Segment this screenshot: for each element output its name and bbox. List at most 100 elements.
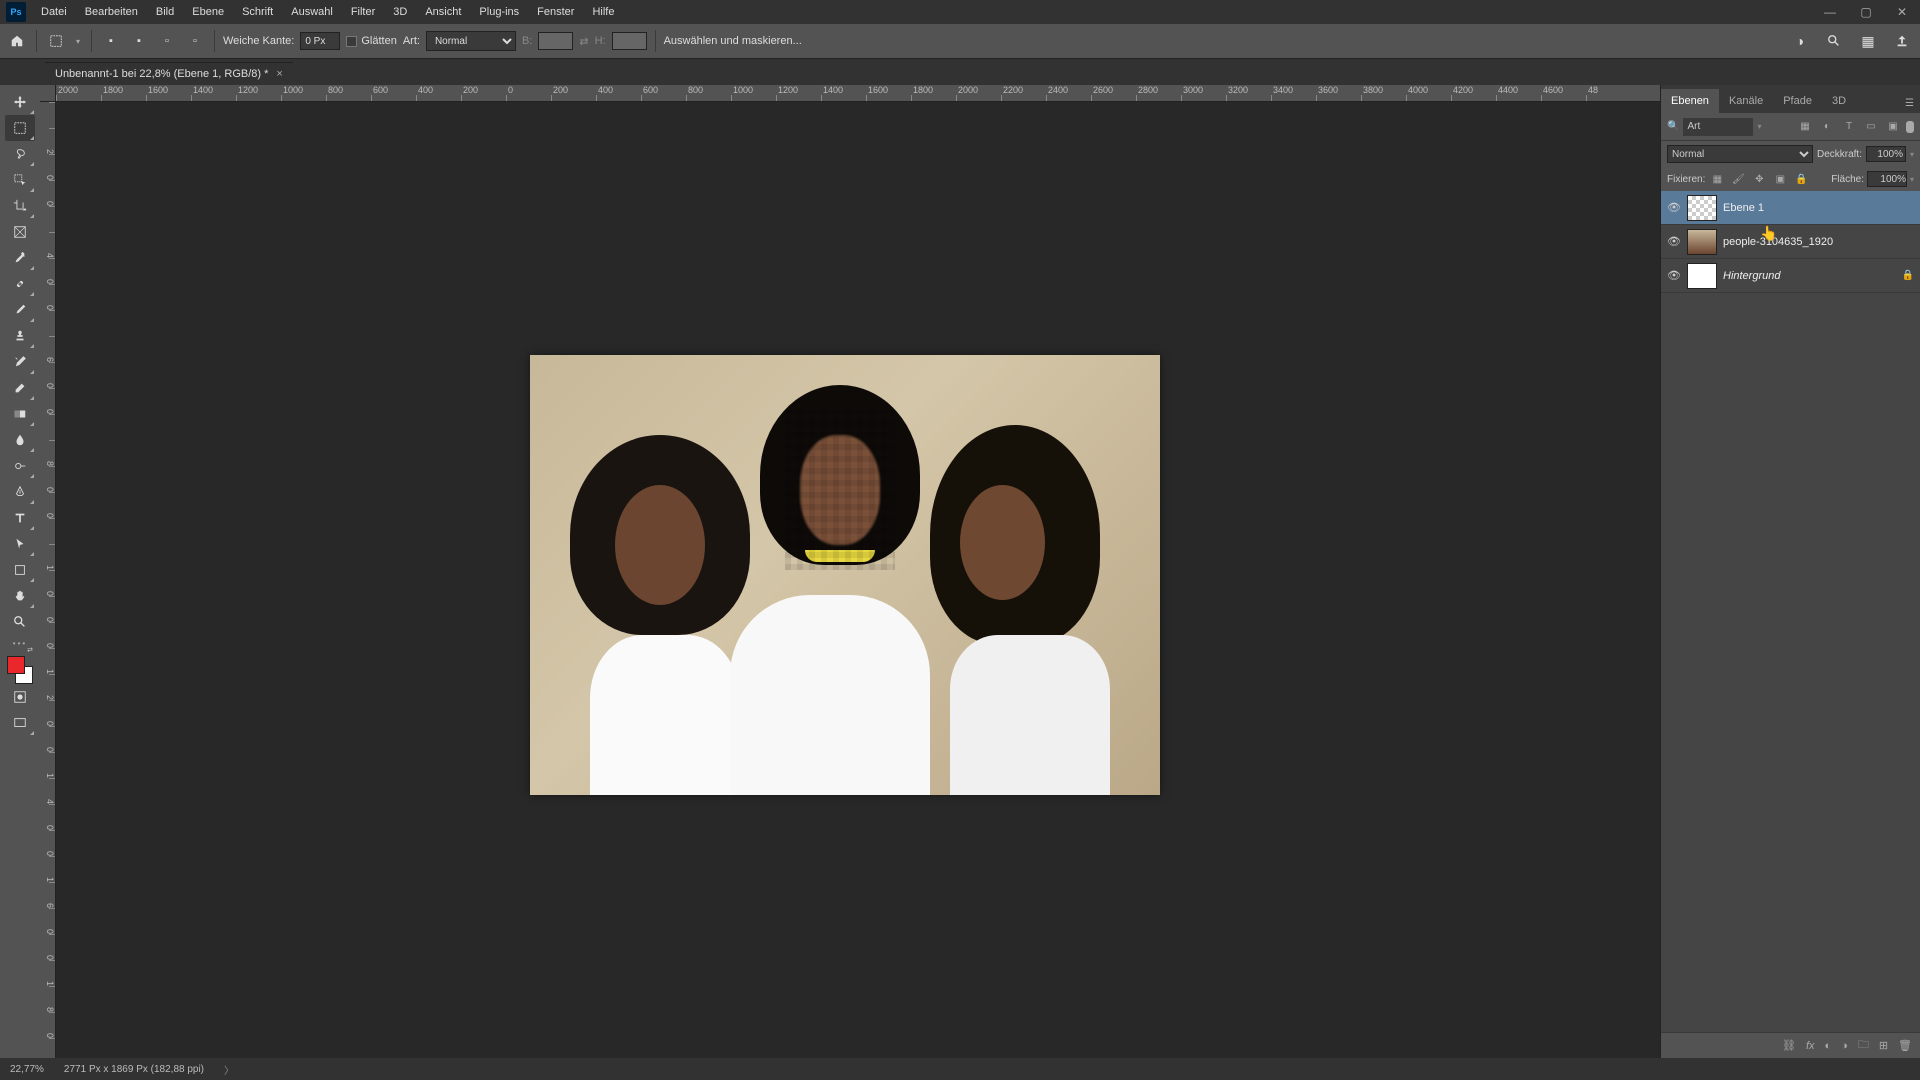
path-select-tool[interactable] xyxy=(5,531,35,557)
delete-layer-icon[interactable]: 🗑 xyxy=(1898,1039,1912,1052)
lock-pixels-icon[interactable]: 🖌 xyxy=(1729,171,1747,187)
layer-thumbnail[interactable] xyxy=(1687,263,1717,289)
lock-all-icon[interactable]: 🔒 xyxy=(1792,171,1810,187)
zoom-tool[interactable] xyxy=(5,609,35,635)
dodge-tool[interactable] xyxy=(5,453,35,479)
layer-fx-icon[interactable]: fx xyxy=(1806,1040,1815,1052)
layer-row[interactable]: 👁 Ebene 1 xyxy=(1661,191,1920,225)
new-selection-icon[interactable]: ▪ xyxy=(100,30,122,52)
blend-mode-select[interactable]: Normal xyxy=(1667,145,1813,163)
dropdown-icon[interactable]: ▾ xyxy=(1910,150,1914,159)
filter-pixel-icon[interactable]: ▦ xyxy=(1796,118,1814,136)
close-tab-icon[interactable]: × xyxy=(276,68,282,80)
frame-tool[interactable] xyxy=(5,219,35,245)
color-swatches[interactable]: ⇄ xyxy=(5,656,35,684)
home-icon[interactable] xyxy=(6,30,28,52)
share-icon[interactable] xyxy=(1890,29,1914,53)
layer-thumbnail[interactable] xyxy=(1687,229,1717,255)
history-brush-tool[interactable] xyxy=(5,349,35,375)
adjustment-layer-icon[interactable]: ◑ xyxy=(1841,1040,1848,1052)
layer-row[interactable]: 👁 Hintergrund 🔒 xyxy=(1661,259,1920,293)
feather-input[interactable] xyxy=(300,32,340,50)
ruler-origin[interactable] xyxy=(40,85,56,102)
lock-position-icon[interactable]: ✥ xyxy=(1750,171,1768,187)
swap-colors-icon[interactable]: ⇄ xyxy=(27,646,33,654)
search-icon[interactable] xyxy=(1822,29,1846,53)
opacity-input[interactable] xyxy=(1866,146,1906,162)
zoom-level[interactable]: 22,77% xyxy=(10,1064,44,1075)
layer-name[interactable]: Ebene 1 xyxy=(1723,202,1764,214)
lock-artboard-icon[interactable]: ▣ xyxy=(1771,171,1789,187)
tab-paths[interactable]: Pfade xyxy=(1773,89,1822,113)
layer-mask-icon[interactable]: ◐ xyxy=(1825,1040,1832,1052)
minimize-button[interactable]: — xyxy=(1812,0,1848,24)
canvas-area[interactable]: 2000180016001400120010008006004002000200… xyxy=(40,85,1660,1058)
type-tool[interactable] xyxy=(5,505,35,531)
shape-tool[interactable] xyxy=(5,557,35,583)
close-button[interactable]: ✕ xyxy=(1884,0,1920,24)
menu-filter[interactable]: Filter xyxy=(342,2,384,22)
layer-thumbnail[interactable] xyxy=(1687,195,1717,221)
menu-datei[interactable]: Datei xyxy=(32,2,76,22)
cloud-icon[interactable]: ◑ xyxy=(1788,29,1812,53)
layer-visibility-icon[interactable]: 👁 xyxy=(1667,201,1681,214)
menu-ebene[interactable]: Ebene xyxy=(183,2,233,22)
quick-select-tool[interactable] xyxy=(5,167,35,193)
gradient-tool[interactable] xyxy=(5,401,35,427)
doc-info[interactable]: 2771 Px x 1869 Px (182,88 ppi) xyxy=(64,1064,204,1075)
menu-auswahl[interactable]: Auswahl xyxy=(282,2,342,22)
crop-tool[interactable] xyxy=(5,193,35,219)
eyedropper-tool[interactable] xyxy=(5,245,35,271)
style-select[interactable]: Normal xyxy=(426,31,516,51)
filter-shape-icon[interactable]: ▭ xyxy=(1862,118,1880,136)
layer-name[interactable]: Hintergrund xyxy=(1723,270,1780,282)
vertical-ruler[interactable]: 200400600800100012001400160018002000 xyxy=(40,102,56,1058)
tool-overflow-icon[interactable]: ••• xyxy=(13,639,27,648)
marquee-tool-icon[interactable] xyxy=(45,30,67,52)
select-and-mask-button[interactable]: Auswählen und maskieren... xyxy=(664,35,802,47)
tab-layers[interactable]: Ebenen xyxy=(1661,89,1719,113)
status-arrow-icon[interactable]: 〉 xyxy=(224,1062,234,1077)
lasso-tool[interactable] xyxy=(5,141,35,167)
document-tab[interactable]: Unbenannt-1 bei 22,8% (Ebene 1, RGB/8) *… xyxy=(45,62,293,85)
layer-row[interactable]: 👁 people-3104635_1920 xyxy=(1661,225,1920,259)
dropdown-icon[interactable]: ▾ xyxy=(1757,122,1761,131)
antialias-checkbox[interactable]: Glätten xyxy=(346,35,396,47)
menu-ansicht[interactable]: Ansicht xyxy=(416,2,470,22)
layer-name[interactable]: people-3104635_1920 xyxy=(1723,236,1833,248)
layer-search-input[interactable] xyxy=(1683,118,1753,136)
add-selection-icon[interactable]: ▪ xyxy=(128,30,150,52)
pen-tool[interactable] xyxy=(5,479,35,505)
foreground-color[interactable] xyxy=(7,656,25,674)
canvas[interactable] xyxy=(530,355,1160,795)
layer-group-icon[interactable]: 🗀 xyxy=(1858,1036,1869,1055)
screen-mode-icon[interactable] xyxy=(5,710,35,736)
subtract-selection-icon[interactable]: ▫ xyxy=(156,30,178,52)
marquee-tool[interactable] xyxy=(5,115,35,141)
stamp-tool[interactable] xyxy=(5,323,35,349)
menu-3d[interactable]: 3D xyxy=(384,2,416,22)
filter-smart-icon[interactable]: ▣ xyxy=(1884,118,1902,136)
new-layer-icon[interactable]: ⊞ xyxy=(1879,1039,1888,1052)
blur-tool[interactable] xyxy=(5,427,35,453)
move-tool[interactable] xyxy=(5,89,35,115)
brush-tool[interactable] xyxy=(5,297,35,323)
maximize-button[interactable]: ▢ xyxy=(1848,0,1884,24)
hand-tool[interactable] xyxy=(5,583,35,609)
menu-bild[interactable]: Bild xyxy=(147,2,183,22)
menu-schrift[interactable]: Schrift xyxy=(233,2,282,22)
workspace-icon[interactable]: ▦ xyxy=(1856,29,1880,53)
fill-input[interactable] xyxy=(1867,171,1907,187)
horizontal-ruler[interactable]: 2000180016001400120010008006004002000200… xyxy=(56,85,1660,102)
menu-bearbeiten[interactable]: Bearbeiten xyxy=(76,2,147,22)
filter-type-icon[interactable]: T xyxy=(1840,118,1858,136)
tab-3d[interactable]: 3D xyxy=(1822,89,1856,113)
layer-visibility-icon[interactable]: 👁 xyxy=(1667,269,1681,282)
tab-channels[interactable]: Kanäle xyxy=(1719,89,1773,113)
menu-plug-ins[interactable]: Plug-ins xyxy=(470,2,528,22)
menu-fenster[interactable]: Fenster xyxy=(528,2,583,22)
intersect-selection-icon[interactable]: ▫ xyxy=(184,30,206,52)
link-layers-icon[interactable]: ⛓ xyxy=(1782,1039,1796,1052)
filter-adjust-icon[interactable]: ◐ xyxy=(1818,118,1836,136)
dropdown-icon[interactable]: ▾ xyxy=(1910,175,1914,184)
